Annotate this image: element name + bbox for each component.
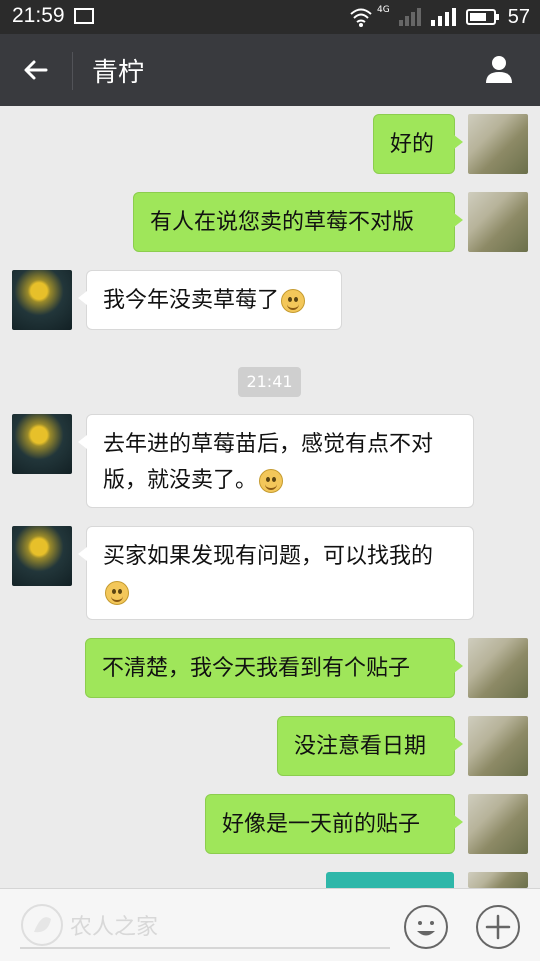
message-row: 没注意看日期 [0, 716, 540, 776]
image-message-preview[interactable] [326, 872, 454, 888]
message-row: 不清楚，我今天我看到有个贴子 [0, 638, 540, 698]
smile-emoji-icon [105, 581, 129, 605]
smile-emoji-icon [281, 289, 306, 313]
my-avatar[interactable] [468, 794, 528, 854]
contact-avatar[interactable] [12, 414, 72, 474]
watermark-leaf-icon [21, 904, 63, 946]
message-row: 好的 [0, 114, 540, 174]
chat-header: 青柠 [0, 34, 540, 106]
emoji-button[interactable] [404, 905, 448, 949]
message-text-line: 版，就没卖了。 [103, 468, 258, 493]
incoming-message-bubble[interactable]: 买家如果发现有问题，可以找我的 [78, 526, 474, 620]
smile-emoji-icon [259, 469, 284, 493]
incoming-message-bubble[interactable]: 我今年没卖草莓了 [78, 270, 342, 330]
battery-level: 57 [507, 5, 530, 28]
message-text: 好像是一天前的贴子 [222, 812, 421, 837]
signal-weak-icon [398, 8, 421, 26]
plus-icon [485, 914, 511, 940]
header-divider [72, 52, 73, 90]
status-bar: 21:59 4G 57 [0, 0, 540, 34]
outgoing-message-bubble[interactable]: 没注意看日期 [277, 716, 463, 776]
contact-avatar[interactable] [12, 526, 72, 586]
status-right: 4G 57 [349, 5, 530, 29]
my-avatar[interactable] [468, 192, 528, 252]
message-text: 没注意看日期 [294, 734, 427, 759]
outgoing-message-bubble[interactable]: 好像是一天前的贴子 [205, 794, 463, 854]
status-time: 21:59 [12, 4, 65, 27]
network-label: 4G [377, 5, 390, 15]
message-input[interactable] [20, 947, 390, 949]
message-row: 好像是一天前的贴子 [0, 794, 540, 854]
contact-avatar[interactable] [12, 270, 72, 330]
my-avatar[interactable] [468, 114, 528, 174]
message-text-line: 买家如果发现有问题，可以找我的 [103, 544, 434, 569]
back-button[interactable] [22, 56, 50, 88]
image-notification-icon [74, 8, 94, 24]
wifi-icon [350, 8, 372, 27]
my-avatar[interactable] [468, 716, 528, 776]
watermark-text: 农人之家 [70, 915, 159, 940]
message-row: 我今年没卖草莓了 [0, 270, 540, 330]
message-row: 买家如果发现有问题，可以找我的 [0, 526, 540, 620]
watermark: 农人之家 [20, 903, 158, 947]
message-text: 我今年没卖草莓了 [103, 288, 280, 313]
my-avatar[interactable] [468, 638, 528, 698]
outgoing-message-bubble[interactable]: 不清楚，我今天我看到有个贴子 [85, 638, 463, 698]
outgoing-message-bubble[interactable]: 好的 [373, 114, 463, 174]
profile-button[interactable] [482, 52, 516, 90]
message-text-line: 去年进的草莓苗后，感觉有点不对 [103, 432, 434, 457]
time-divider: 21:41 [238, 367, 301, 397]
message-row: 有人在说您卖的草莓不对版 [0, 192, 540, 252]
outgoing-message-bubble[interactable]: 有人在说您卖的草莓不对版 [133, 192, 463, 252]
message-text: 好的 [390, 132, 435, 157]
message-text: 不清楚，我今天我看到有个贴子 [102, 656, 411, 681]
smile-icon [417, 921, 435, 936]
incoming-message-bubble[interactable]: 去年进的草莓苗后，感觉有点不对 版，就没卖了。 [78, 414, 474, 508]
message-list[interactable]: 好的 有人在说您卖的草莓不对版 我今年没卖草莓了 21:41 去年进的草莓苗后，… [0, 106, 540, 888]
my-avatar[interactable] [468, 872, 528, 888]
message-row [0, 872, 540, 888]
message-text: 有人在说您卖的草莓不对版 [150, 210, 415, 235]
person-icon [486, 56, 512, 83]
signal-strong-icon [430, 8, 456, 26]
input-bar: 农人之家 [0, 888, 540, 961]
more-button[interactable] [476, 905, 520, 949]
message-row: 去年进的草莓苗后，感觉有点不对 版，就没卖了。 [0, 414, 540, 508]
battery-icon [465, 9, 499, 25]
back-arrow-icon [24, 60, 48, 80]
chat-title: 青柠 [92, 58, 145, 88]
